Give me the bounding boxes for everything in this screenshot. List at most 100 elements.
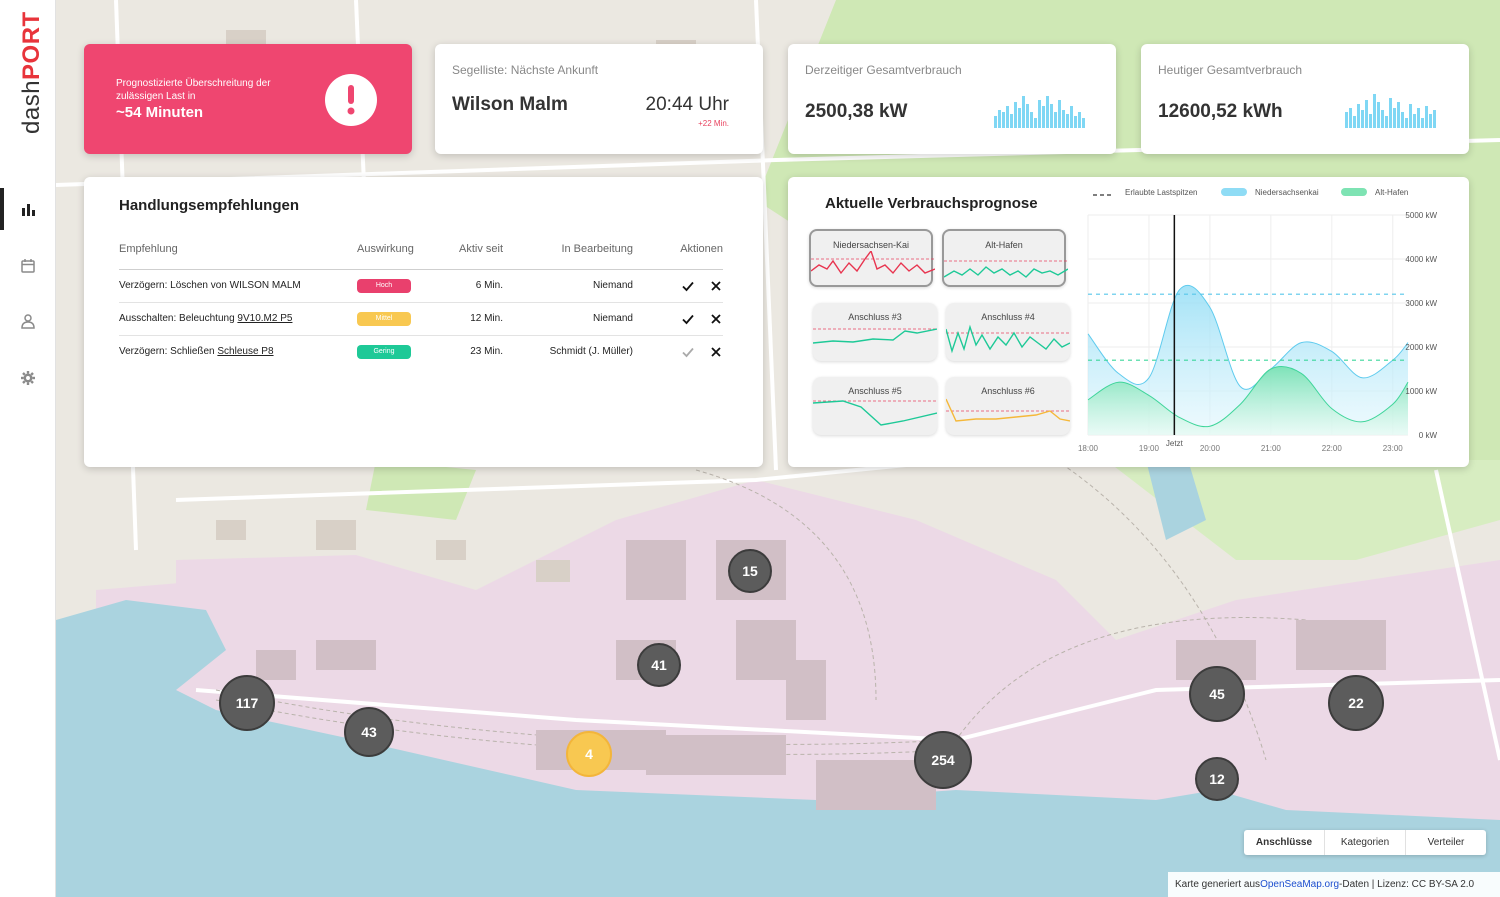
rec-link[interactable]: 9V10.M2 P5 [237, 313, 292, 324]
y-tick-label: 0 kW [1419, 431, 1438, 440]
today-consumption-card[interactable]: Heutiger Gesamtverbrauch 12600,52 kWh [1141, 44, 1469, 154]
accept-check-icon[interactable] [681, 312, 695, 326]
map-cluster[interactable]: 4 [566, 731, 612, 777]
mini-sparkline [944, 260, 1068, 278]
y-tick-label: 1000 kW [1405, 387, 1437, 396]
mini-chart-title: Niedersachsen-Kai [832, 240, 910, 250]
mini-chart-title: Anschluss #4 [981, 312, 1035, 322]
dismiss-close-icon[interactable] [709, 345, 723, 359]
table-row: Verzögern: Schließen Schleuse P8 Gering … [119, 335, 723, 368]
attribution-prefix: Karte generiert aus [1175, 879, 1261, 890]
table-row: Verzögern: Löschen von WILSON MALM Hoch … [119, 269, 723, 303]
rec-link[interactable]: Schleuse P8 [217, 346, 273, 357]
alert-value: ~54 Minuten [116, 104, 204, 121]
nav-dashboard[interactable] [0, 188, 56, 230]
rec-owner: Niemand [503, 269, 633, 303]
recommendations-table: Empfehlung Auswirkung Aktiv seit In Bear… [119, 243, 723, 368]
recommendations-title: Handlungsempfehlungen [119, 197, 299, 214]
tab-verteiler[interactable]: Verteiler [1406, 830, 1486, 855]
attribution-link[interactable]: OpenSeaMap.org [1260, 879, 1339, 890]
mini-chart-niedersachsen-kai[interactable]: Niedersachsen-Kai [809, 229, 935, 287]
map-cluster[interactable]: 22 [1328, 675, 1384, 731]
tab-kategorien[interactable]: Kategorien [1325, 830, 1406, 855]
current-consumption-card[interactable]: Derzeitiger Gesamtverbrauch 2500,38 kW [788, 44, 1116, 154]
logo-bold: PORT [18, 11, 45, 80]
map-cluster[interactable]: 45 [1189, 666, 1245, 722]
forecast-card: Aktuelle Verbrauchsprognose Niedersachse… [788, 177, 1469, 467]
mini-sparkline [813, 400, 937, 426]
bar-chart-icon [22, 204, 35, 216]
mini-chart-title: Anschluss #5 [848, 386, 902, 396]
mini-sparkline [946, 398, 1070, 422]
mini-sparkline [813, 328, 937, 344]
mini-sparkline [811, 251, 935, 275]
map-cluster[interactable]: 12 [1195, 757, 1239, 801]
x-tick-label: 20:00 [1200, 444, 1221, 453]
nav-settings[interactable] [0, 357, 56, 399]
arrival-delay: +22 Min. [698, 119, 729, 128]
legend-limit: Erlaubte Lastspitzen [1125, 188, 1198, 197]
rec-since: 6 Min. [445, 269, 503, 303]
sparkline-bars [994, 96, 1085, 128]
impact-badge: Hoch [357, 278, 411, 293]
map-cluster[interactable]: 15 [728, 549, 772, 593]
dismiss-close-icon[interactable] [709, 279, 723, 293]
legend-swatch-niedersachsenkai [1221, 188, 1247, 196]
gear-icon [21, 371, 35, 385]
accept-check-icon[interactable] [681, 345, 695, 359]
now-label: Jetzt [1166, 439, 1184, 448]
mini-chart-anschluss-4[interactable]: Anschluss #4 [946, 303, 1070, 361]
rec-since: 23 Min. [470, 346, 503, 358]
forecast-chart: Jetzt 5000 kW 4000 kW 3000 kW 2000 kW 1000 kW… [1078, 211, 1438, 453]
legend-limit-icon [1093, 194, 1113, 196]
map-cluster[interactable]: 41 [637, 643, 681, 687]
forecast-title: Aktuelle Verbrauchsprognose [825, 195, 1038, 212]
rec-since: 12 Min. [445, 302, 503, 336]
legend-niedersachsenkai: Niedersachsenkai [1255, 188, 1319, 197]
next-arrival-card[interactable]: Segelliste: Nächste Ankunft Wilson Malm … [435, 44, 763, 154]
mini-chart-alt-hafen[interactable]: Alt-Hafen [942, 229, 1068, 287]
col-header-actions: Aktionen [633, 243, 723, 270]
rec-text: Ausschalten: Beleuchtung 9V10.M2 P5 [119, 302, 357, 336]
tab-anschluesse[interactable]: Anschlüsse [1244, 830, 1325, 855]
sparkline-bars [1345, 94, 1436, 128]
accept-check-icon[interactable] [681, 279, 695, 293]
legend-alt-hafen: Alt-Hafen [1375, 188, 1409, 197]
col-header-owner: In Bearbeitung [503, 243, 633, 270]
recommendations-card: Handlungsempfehlungen Empfehlung Auswirk… [84, 177, 763, 467]
user-icon [21, 314, 35, 329]
nav-user[interactable] [0, 300, 56, 342]
mini-chart-anschluss-5[interactable]: Anschluss #5 [813, 377, 937, 435]
y-tick-label: 5000 kW [1405, 211, 1437, 220]
current-label: Derzeitiger Gesamtverbrauch [805, 63, 962, 77]
map-tabs: Anschlüsse Kategorien Verteiler [1244, 830, 1486, 855]
series-line [1087, 284, 1409, 390]
map-cluster[interactable]: 117 [219, 675, 275, 731]
col-header-impact: Auswirkung [357, 243, 445, 270]
alert-card[interactable]: Prognostizierte Überschreitung der zuläs… [84, 44, 412, 154]
logo-light: dash [18, 79, 45, 134]
logo: dashPORT [14, 11, 45, 142]
map-cluster[interactable]: 43 [344, 707, 394, 757]
y-tick-label: 2000 kW [1405, 343, 1437, 352]
mini-chart-anschluss-3[interactable]: Anschluss #3 [813, 303, 937, 361]
attribution-suffix: -Daten | Lizenz: CC BY-SA 2.0 [1339, 879, 1475, 890]
rec-text: Verzögern: Löschen von WILSON MALM [119, 269, 357, 303]
dismiss-close-icon[interactable] [709, 312, 723, 326]
col-header-since: Aktiv seit [445, 243, 503, 270]
x-tick-label: 23:00 [1383, 444, 1404, 453]
table-row: Ausschalten: Beleuchtung 9V10.M2 P5 Mitt… [119, 302, 723, 336]
legend-swatch-alt-hafen [1341, 188, 1367, 196]
impact-badge: Mittel [357, 311, 411, 326]
map-cluster[interactable]: 254 [914, 731, 972, 789]
x-tick-label: 19:00 [1139, 444, 1160, 453]
nav-calendar[interactable] [0, 245, 56, 287]
mini-chart-anschluss-6[interactable]: Anschluss #6 [946, 377, 1070, 435]
rec-text: Verzögern: Schließen Schleuse P8 [119, 346, 274, 358]
rec-owner: Schmidt (J. Müller) [549, 346, 633, 358]
alert-text: Prognostizierte Überschreitung der zuläs… [116, 78, 271, 102]
calendar-icon [21, 259, 35, 273]
mini-sparkline [946, 324, 1070, 354]
y-tick-label: 3000 kW [1405, 299, 1437, 308]
x-tick-label: 18:00 [1078, 444, 1099, 453]
